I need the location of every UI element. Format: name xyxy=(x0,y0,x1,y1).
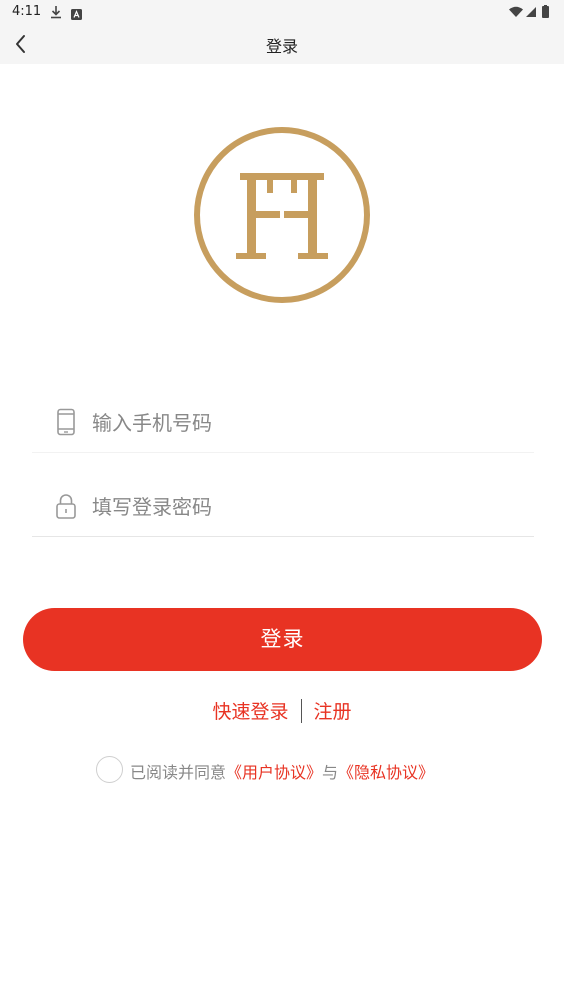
agreement-prefix: 已阅读并同意 xyxy=(130,763,227,782)
login-button[interactable]: 登录 xyxy=(23,608,542,671)
privacy-agreement-link[interactable]: 《隐私协议》 xyxy=(338,763,434,782)
brand-logo xyxy=(192,125,372,305)
status-icons xyxy=(508,4,552,23)
login-screen: 4:11 登录 输入手机号码 登录 快速登录 注册 已阅读并同意《用户协议》与《… xyxy=(0,0,564,1004)
register-link[interactable]: 注册 xyxy=(314,697,352,724)
agreement-row: 已阅读并同意《用户协议》与《隐私协议》 xyxy=(96,756,516,786)
link-divider xyxy=(300,698,302,723)
phone-icon xyxy=(54,408,78,436)
navigation-bar: 登录 xyxy=(0,24,564,64)
lock-icon xyxy=(54,492,78,520)
battery-icon xyxy=(542,6,549,18)
agreement-text: 已阅读并同意《用户协议》与《隐私协议》 xyxy=(130,759,434,783)
page-title: 登录 xyxy=(265,37,298,56)
auth-links: 快速登录 注册 xyxy=(0,697,564,724)
password-input[interactable] xyxy=(90,486,514,528)
quick-login-link[interactable]: 快速登录 xyxy=(212,697,288,724)
phone-input[interactable] xyxy=(90,402,514,444)
status-time: 4:11 xyxy=(12,4,42,19)
password-field-row xyxy=(32,476,534,537)
agreement-conjunction: 与 xyxy=(322,763,339,782)
app-notification-icon xyxy=(71,5,82,24)
status-bar: 4:11 xyxy=(0,0,564,24)
download-icon xyxy=(50,4,62,23)
signal-icon xyxy=(526,7,536,17)
phone-field-row xyxy=(32,392,534,453)
user-agreement-link[interactable]: 《用户协议》 xyxy=(226,763,322,782)
agreement-checkbox[interactable] xyxy=(96,756,123,783)
wifi-icon xyxy=(509,6,523,17)
